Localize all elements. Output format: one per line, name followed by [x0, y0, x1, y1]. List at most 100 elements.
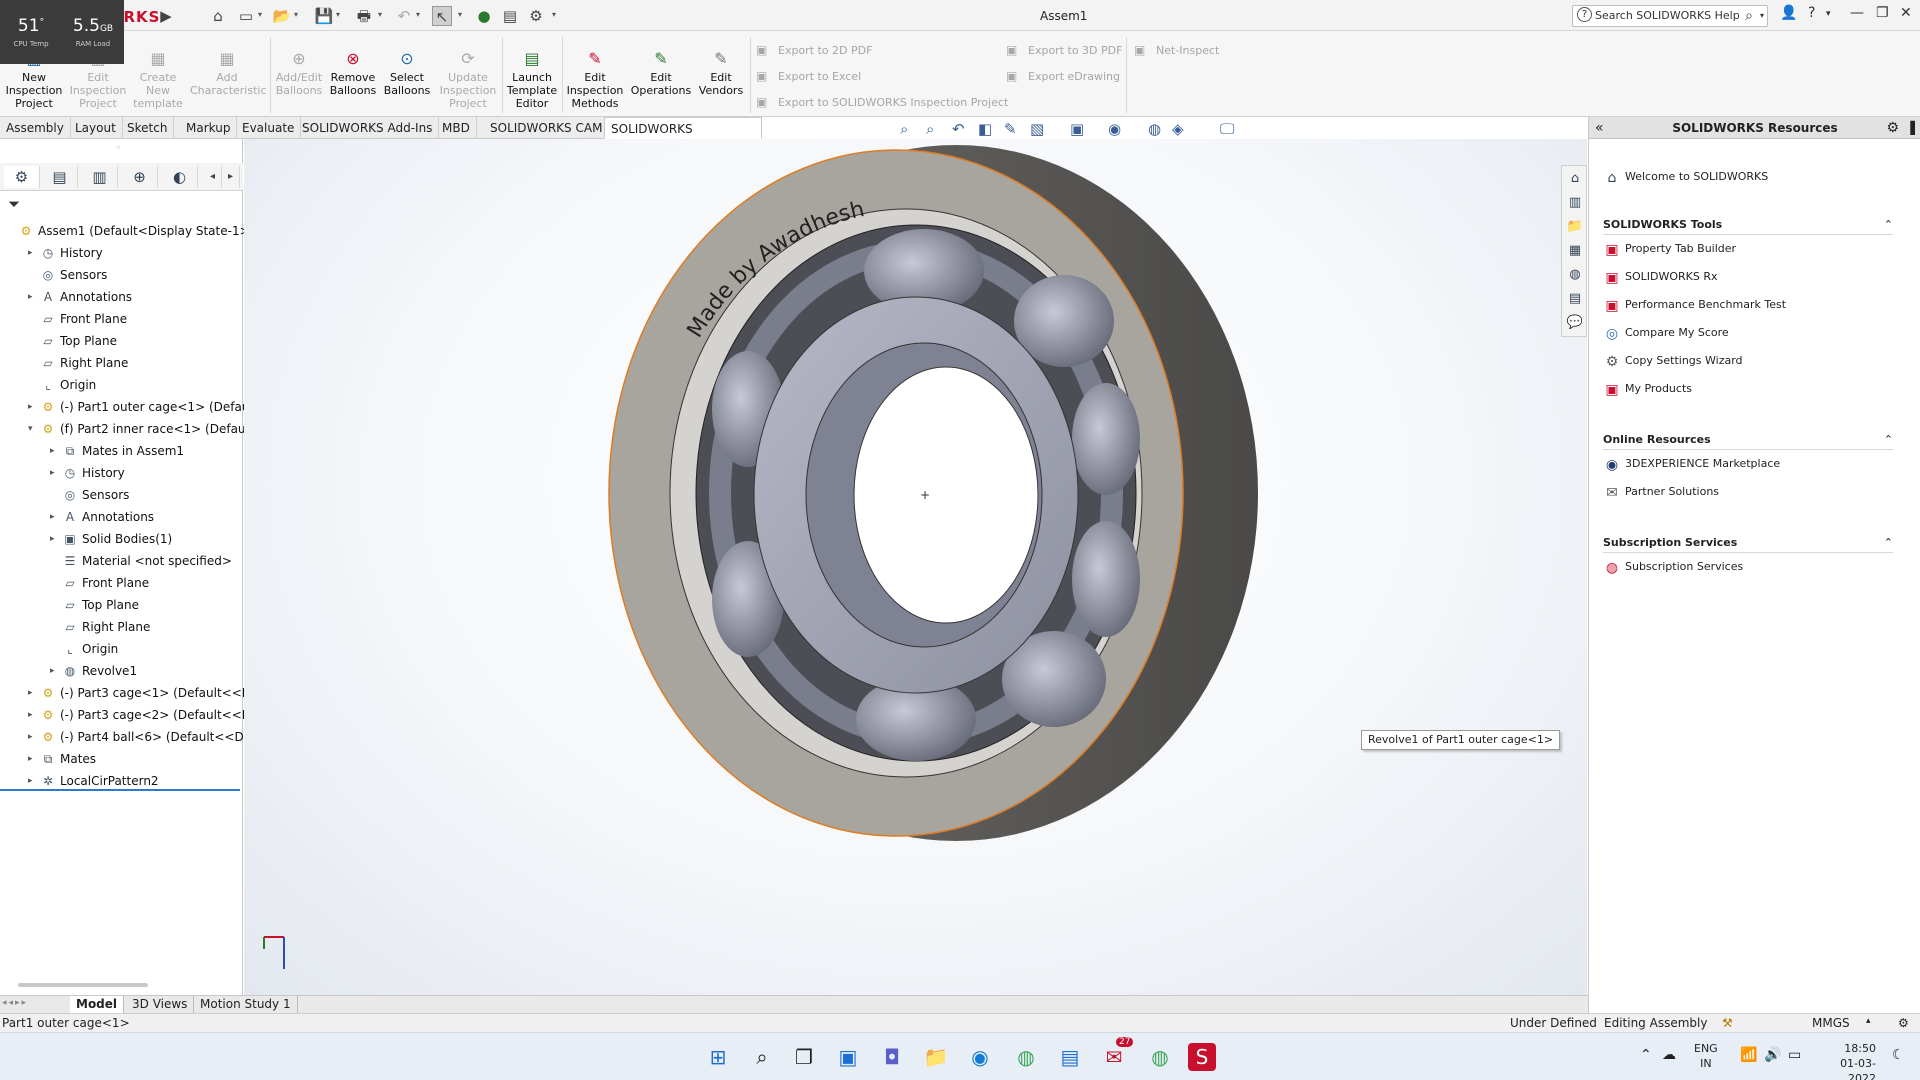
chevron-right-icon[interactable]: ▸: [28, 396, 33, 418]
tp-home-icon[interactable]: ⌂: [1566, 170, 1584, 188]
teams-chat-icon[interactable]: ◘: [878, 1043, 906, 1071]
chrome-icon[interactable]: ◍: [1012, 1043, 1040, 1071]
section-view-icon[interactable]: ◧: [978, 120, 992, 138]
focus-assist-icon[interactable]: ☾: [1892, 1047, 1905, 1063]
chevron-right-icon[interactable]: ▸: [28, 748, 33, 770]
select-arrow-icon[interactable]: ↖: [432, 6, 452, 26]
display-style-icon[interactable]: ▣: [1070, 120, 1084, 138]
tab-scroll-right-icon[interactable]: ▸: [222, 166, 240, 188]
home-icon[interactable]: ⌂: [208, 6, 228, 26]
help-icon[interactable]: ?: [1808, 5, 1815, 21]
zoom-to-fit-icon[interactable]: ⌕: [900, 120, 908, 138]
solidworks-rx-link[interactable]: ▣ SOLIDWORKS Rx: [1603, 267, 1717, 287]
onedrive-icon[interactable]: ☁: [1662, 1047, 1676, 1063]
chevron-right-icon[interactable]: ▸: [28, 726, 33, 748]
add-edit-balloons-button[interactable]: ⊕ Add/Edit Balloons: [274, 49, 324, 97]
rebuild-icon[interactable]: ●: [474, 6, 494, 26]
online-resources-section-header[interactable]: Online Resources ⌃: [1603, 430, 1893, 450]
tree-item[interactable]: ▸ ⧉ Mates: [0, 748, 240, 770]
view-settings-icon[interactable]: 🖵: [1220, 120, 1234, 138]
tab-sketch[interactable]: Sketch: [121, 117, 175, 139]
rollback-bar[interactable]: [0, 789, 240, 791]
tree-item[interactable]: ▸ ⚙ (-) Part3 cage<2> (Default<<Default: [0, 704, 286, 726]
chevron-down-icon[interactable]: ▾: [28, 418, 33, 440]
tree-item[interactable]: ▸ ◷ History: [0, 462, 240, 484]
minimize-icon[interactable]: —: [1850, 5, 1864, 21]
chevron-up-icon[interactable]: ⌃: [1884, 533, 1893, 553]
chevron-right-icon[interactable]: ▸: [28, 682, 33, 704]
apply-scene-icon[interactable]: ◈: [1172, 120, 1184, 138]
tp-forum-icon[interactable]: 💬: [1566, 314, 1584, 332]
export-3d-pdf-button[interactable]: ▣ Export to 3D PDF: [1006, 43, 1122, 57]
new-file-dropdown[interactable]: ▾: [258, 10, 262, 19]
tree-item[interactable]: ▸ ⧉ Mates in Assem1: [0, 440, 240, 462]
hide-show-items-icon[interactable]: ◉: [1108, 120, 1121, 138]
language-indicator[interactable]: ENG IN: [1694, 1041, 1718, 1071]
tree-item[interactable]: ▸ ⚙ (-) Part1 outer cage<1> (Default<<D: [0, 396, 287, 418]
zoom-to-area-icon[interactable]: ⌕: [926, 120, 934, 138]
tree-item[interactable]: ⚙ Assem1 (Default<Display State-1>): [0, 220, 255, 242]
tab-motion-study[interactable]: Motion Study 1: [194, 996, 298, 1014]
system-clock[interactable]: 18:50 01-03-2022: [1818, 1041, 1876, 1080]
tp-file-explorer-icon[interactable]: 📁: [1566, 218, 1584, 236]
help-search-input[interactable]: ? Search SOLIDWORKS Help ⌕ ▾: [1572, 5, 1768, 27]
property-manager-tab-icon[interactable]: ▤: [42, 166, 78, 188]
search-icon[interactable]: ⌕: [1745, 6, 1753, 26]
start-menu-icon[interactable]: ⊞: [704, 1043, 732, 1071]
open-folder-icon[interactable]: 📂: [272, 6, 292, 26]
task-view-icon[interactable]: ❐: [790, 1043, 818, 1071]
tree-item[interactable]: ☰ Material <not specified>: [0, 550, 240, 572]
tree-item[interactable]: ▸ ⚙ (-) Part3 cage<1> (Default<<Default: [0, 682, 286, 704]
net-inspect-button[interactable]: ▣ Net-Inspect: [1134, 43, 1219, 57]
tree-item[interactable]: ⌞ Origin: [0, 638, 240, 660]
dimxpert-tab-icon[interactable]: ⊕: [122, 166, 158, 188]
export-excel-button[interactable]: ▣ Export to Excel: [756, 69, 861, 83]
print-icon[interactable]: 🖶: [354, 6, 374, 26]
tree-item[interactable]: ⌞ Origin: [0, 374, 240, 396]
file-properties-icon[interactable]: ▤: [500, 6, 520, 26]
tree-item[interactable]: ▸ A Annotations: [0, 286, 240, 308]
tab-evaluate[interactable]: Evaluate: [236, 117, 302, 139]
chevron-right-icon[interactable]: ▸: [28, 286, 33, 308]
file-explorer-icon[interactable]: 📁: [922, 1043, 950, 1071]
store-icon[interactable]: ▤: [1056, 1043, 1084, 1071]
copy-settings-wizard-link[interactable]: ⚙ Copy Settings Wizard: [1603, 351, 1743, 371]
tree-item[interactable]: ▸ ◷ History: [0, 242, 240, 264]
status-options-icon[interactable]: ⚙: [1898, 1016, 1909, 1030]
tab-solidworks-inspection[interactable]: SOLIDWORKS Inspection: [604, 117, 762, 158]
tree-item[interactable]: ▸ ⚙ (-) Part4 ball<6> (Default<<Default>: [0, 726, 288, 748]
select-balloons-button[interactable]: ⊙ Select Balloons: [382, 49, 432, 97]
tree-item[interactable]: ▱ Top Plane: [0, 594, 240, 616]
tree-item[interactable]: ▾ ⚙ (f) Part2 inner race<1> (Default<<De: [0, 418, 290, 440]
3dexperience-marketplace-link[interactable]: ◉ 3DEXPERIENCE Marketplace: [1603, 454, 1780, 474]
solidworks-taskbar-icon[interactable]: S: [1188, 1043, 1216, 1071]
tab-model[interactable]: Model: [70, 996, 125, 1014]
task-pane-settings-icon[interactable]: ⚙: [1886, 117, 1899, 139]
view-orientation-icon[interactable]: ▧: [1030, 120, 1044, 138]
new-file-icon[interactable]: ▭: [236, 6, 256, 26]
battery-icon[interactable]: ▭: [1788, 1047, 1801, 1063]
export-edrawing-button[interactable]: ▣ Export eDrawing: [1006, 69, 1120, 83]
tab-scroll-left-icon[interactable]: ◂: [204, 166, 222, 188]
filter-icon[interactable]: ⏷: [8, 195, 20, 213]
edit-appearance-icon[interactable]: ◍: [1148, 120, 1161, 138]
tree-item[interactable]: ▱ Right Plane: [0, 616, 240, 638]
save-icon[interactable]: 💾: [314, 6, 334, 26]
welcome-link[interactable]: ⌂ Welcome to SOLIDWORKS: [1603, 167, 1769, 187]
tree-item[interactable]: ▱ Front Plane: [0, 308, 240, 330]
tree-item[interactable]: ▸ ▣ Solid Bodies(1): [0, 528, 240, 550]
tp-custom-properties-icon[interactable]: ▤: [1566, 290, 1584, 308]
options-dropdown[interactable]: ▾: [552, 10, 556, 19]
remove-balloons-button[interactable]: ⊗ Remove Balloons: [328, 49, 378, 97]
tree-item[interactable]: ▱ Front Plane: [0, 572, 240, 594]
property-tab-builder-link[interactable]: ▣ Property Tab Builder: [1603, 239, 1736, 259]
open-dropdown[interactable]: ▾: [294, 10, 298, 19]
add-characteristic-button[interactable]: ▦ Add Characteristic: [190, 49, 267, 97]
edit-inspection-methods-button[interactable]: ✎ Edit Inspection Methods: [564, 49, 626, 110]
tab-solidworks-add-ins[interactable]: SOLIDWORKS Add-Ins: [296, 117, 440, 139]
compare-my-score-link[interactable]: ◎ Compare My Score: [1603, 323, 1729, 343]
options-gear-icon[interactable]: ⚙: [526, 6, 546, 26]
chevron-right-icon[interactable]: ▸: [28, 242, 33, 264]
undo-icon[interactable]: ↶: [394, 6, 414, 26]
tp-view-palette-icon[interactable]: ▦: [1566, 242, 1584, 260]
